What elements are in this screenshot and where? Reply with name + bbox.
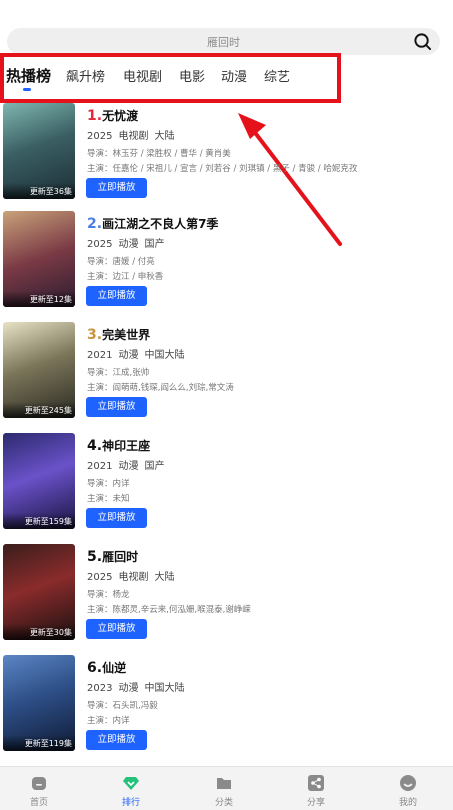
- cast-line: 主演：内详: [87, 716, 130, 726]
- item-region: 大陆: [154, 131, 175, 142]
- poster-image[interactable]: 更新至12集: [3, 211, 75, 307]
- nav-label: 排行: [121, 798, 140, 808]
- nav-label: 我的: [398, 798, 417, 808]
- item-year: 2021: [87, 350, 113, 361]
- poster-image[interactable]: 更新至119集: [3, 655, 75, 751]
- cast-line: 主演：阎萌萌,钱琛,阎么么,刘琮,常文涛: [87, 383, 234, 393]
- list-item[interactable]: 更新至159集 4.神印王座 2021 动漫 国产 导演：内详 主演：未知 立即播放: [0, 433, 453, 533]
- rank-number: 4.: [87, 438, 103, 454]
- item-type: 动漫: [118, 350, 139, 361]
- nav-category[interactable]: 分类: [194, 767, 254, 810]
- item-year: 2025: [87, 572, 113, 583]
- item-type: 电视剧: [118, 131, 149, 142]
- list-item[interactable]: 更新至119集 6.仙逆 2023 动漫 中国大陆 导演：石头凯,冯毅 主演：内详 …: [0, 655, 453, 755]
- item-meta: 2023 动漫 中国大陆: [87, 679, 190, 694]
- item-year: 2023: [87, 683, 113, 694]
- item-name: 画江湖之不良人第7季: [102, 217, 219, 231]
- item-region: 国产: [144, 239, 165, 250]
- episode-badge: 更新至159集: [3, 513, 75, 529]
- bottom-nav: 首页 排行 分类 分享 我的: [0, 766, 453, 810]
- director-line: 导演：林玉芬 / 梁胜权 / 曹华 / 黄肖美: [87, 149, 231, 159]
- item-region: 中国大陆: [144, 350, 185, 361]
- highlight-box: [0, 53, 341, 103]
- item-type: 电视剧: [118, 572, 149, 583]
- item-title[interactable]: 2.画江湖之不良人第7季: [87, 215, 218, 232]
- item-meta: 2025 动漫 国产: [87, 235, 170, 250]
- rank-number: 6.: [87, 660, 103, 676]
- item-title[interactable]: 5.雁回时: [87, 548, 138, 565]
- poster-image[interactable]: 更新至159集: [3, 433, 75, 529]
- play-button[interactable]: 立即播放: [86, 397, 147, 417]
- item-region: 中国大陆: [144, 683, 185, 694]
- nav-home[interactable]: 首页: [9, 767, 69, 810]
- episode-badge: 更新至245集: [3, 402, 75, 418]
- search-bar[interactable]: 雁回时: [7, 28, 440, 55]
- director-line: 导演：内详: [87, 479, 130, 489]
- item-title[interactable]: 6.仙逆: [87, 659, 126, 676]
- nav-label: 分享: [306, 798, 325, 808]
- director-line: 导演：江成,张帅: [87, 368, 150, 378]
- episode-badge: 更新至36集: [3, 183, 75, 199]
- item-meta: 2025 电视剧 大陆: [87, 568, 180, 583]
- play-button[interactable]: 立即播放: [86, 730, 147, 750]
- item-meta: 2021 动漫 中国大陆: [87, 346, 190, 361]
- list-item[interactable]: 更新至245集 3.完美世界 2021 动漫 中国大陆 导演：江成,张帅 主演：阎萌…: [0, 322, 453, 422]
- item-name: 神印王座: [102, 439, 151, 453]
- item-title[interactable]: 3.完美世界: [87, 326, 150, 343]
- nav-label: 分类: [214, 798, 233, 808]
- poster-image[interactable]: 更新至36集: [3, 103, 75, 199]
- item-type: 动漫: [118, 239, 139, 250]
- item-region: 国产: [144, 461, 165, 472]
- item-name: 无忧渡: [102, 109, 139, 123]
- rank-number: 3.: [87, 327, 103, 343]
- episode-badge: 更新至12集: [3, 291, 75, 307]
- play-button[interactable]: 立即播放: [86, 508, 147, 528]
- item-year: 2021: [87, 461, 113, 472]
- play-button[interactable]: 立即播放: [86, 286, 147, 306]
- item-title[interactable]: 1.无忧渡: [87, 107, 138, 124]
- cast-line: 主演：未知: [87, 494, 130, 504]
- item-type: 动漫: [118, 461, 139, 472]
- home-icon: [32, 777, 46, 790]
- folder-icon: [217, 778, 231, 789]
- item-title[interactable]: 4.神印王座: [87, 437, 150, 454]
- rank-number: 5.: [87, 549, 103, 565]
- item-meta: 2025 电视剧 大陆: [87, 127, 180, 142]
- director-line: 导演：石头凯,冯毅: [87, 701, 158, 711]
- list-item[interactable]: 更新至30集 5.雁回时 2025 电视剧 大陆 导演：杨龙 主演：陈都灵,辛云来,…: [0, 544, 453, 644]
- poster-image[interactable]: 更新至245集: [3, 322, 75, 418]
- search-icon[interactable]: [413, 32, 432, 51]
- item-name: 雁回时: [102, 550, 139, 564]
- item-name: 完美世界: [102, 328, 151, 342]
- diamond-icon: [123, 777, 139, 790]
- play-button[interactable]: 立即播放: [86, 178, 147, 198]
- play-button[interactable]: 立即播放: [86, 619, 147, 639]
- director-line: 导演：杨龙: [87, 590, 130, 600]
- search-placeholder: 雁回时: [207, 36, 240, 49]
- nav-label: 首页: [29, 798, 48, 808]
- profile-icon: [400, 775, 416, 791]
- poster-image[interactable]: 更新至30集: [3, 544, 75, 640]
- episode-badge: 更新至119集: [3, 735, 75, 751]
- rank-number: 2.: [87, 216, 103, 232]
- share-icon: [308, 775, 324, 791]
- item-name: 仙逆: [102, 661, 127, 675]
- item-year: 2025: [87, 131, 113, 142]
- list-item[interactable]: 更新至12集 2.画江湖之不良人第7季 2025 动漫 国产 导演：唐媛 / 付亮 …: [0, 211, 453, 311]
- episode-badge: 更新至30集: [3, 624, 75, 640]
- director-line: 导演：唐媛 / 付亮: [87, 257, 155, 267]
- item-type: 动漫: [118, 683, 139, 694]
- cast-line: 主演：陈都灵,辛云来,何泓姗,喉混泰,谢峥嵘: [87, 605, 251, 615]
- item-region: 大陆: [154, 572, 175, 583]
- item-year: 2025: [87, 239, 113, 250]
- cast-line: 主演：任嘉伦 / 宋祖儿 / 宣言 / 刘若谷 / 刘琪镇 / 黑子 / 青骏 …: [87, 164, 358, 174]
- nav-ranking[interactable]: 排行: [101, 767, 161, 810]
- nav-share[interactable]: 分享: [286, 767, 346, 810]
- list-item[interactable]: 更新至36集 1.无忧渡 2025 电视剧 大陆 导演：林玉芬 / 梁胜权 / 曹华…: [0, 103, 453, 203]
- cast-line: 主演：边江 / 申秋香: [87, 272, 164, 282]
- nav-mine[interactable]: 我的: [378, 767, 438, 810]
- item-meta: 2021 动漫 国产: [87, 457, 170, 472]
- rank-number: 1.: [87, 108, 103, 124]
